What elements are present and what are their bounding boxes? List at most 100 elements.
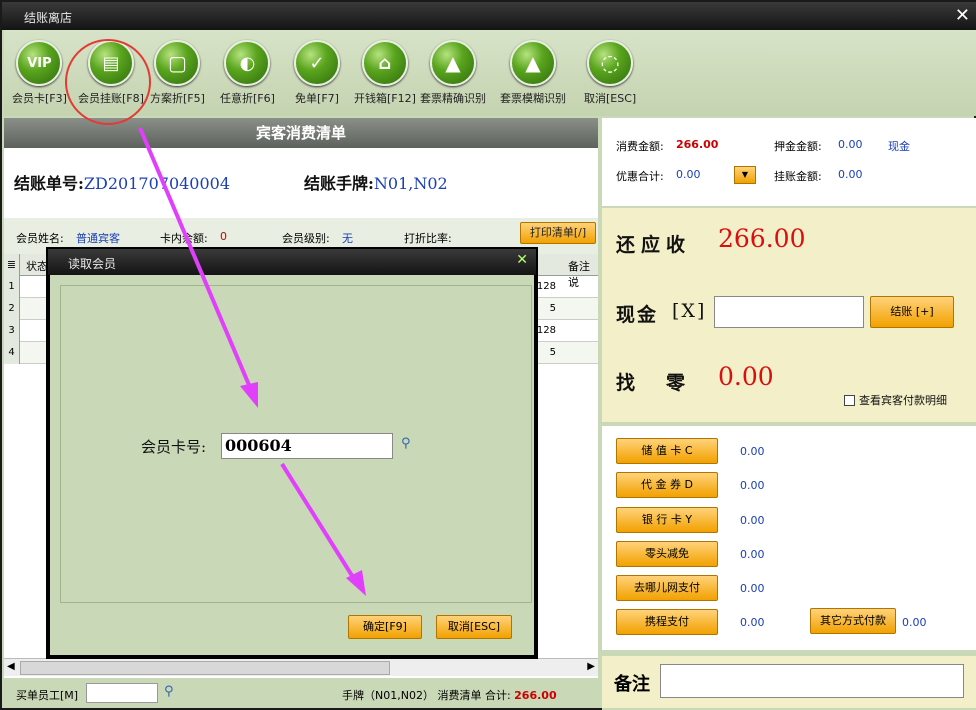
scroll-right-icon[interactable]: ▶ <box>587 661 595 672</box>
due-value: 266.00 <box>718 224 806 253</box>
due-label: 还应收 <box>616 234 692 256</box>
dialog-body: 会员卡号: 000604 ⚲ 确定[F9] 取消[ESC] <box>50 275 534 655</box>
window-title: 结账离店 <box>24 11 73 25</box>
dialog-title: 读取会员 <box>68 257 117 271</box>
document-icon: ▤ <box>87 40 134 86</box>
card-number-label: 会员卡号: <box>141 438 207 456</box>
member-name-label: 会员姓名: <box>16 232 64 245</box>
rounding-waiver-button[interactable]: 零头减免 <box>616 541 718 567</box>
checkout-window: 结账离店 ✕ VIP 会员卡[F3] ▤ 会员挂账[F8] ▢ 方案折[F5] … <box>0 0 976 710</box>
scroll-thumb[interactable] <box>20 661 390 675</box>
ticket-fuzzy-label: 套票模糊识别 <box>500 92 566 105</box>
cancel-button[interactable]: 取消[ESC] <box>436 615 512 639</box>
note-area: 备注 <box>602 656 976 708</box>
bill-info: 结账单号:ZD201707040004 结账手牌:N01,N02 <box>4 148 598 218</box>
window-icon: ▢ <box>154 40 201 86</box>
cash-tag[interactable]: 现金 <box>888 138 910 154</box>
summary-total: 266.00 <box>514 689 557 702</box>
stored-card-button[interactable]: 储 值 卡 C <box>616 438 718 464</box>
cash-input[interactable] <box>714 296 864 328</box>
member-credit-label: 会员挂账[F8] <box>78 92 144 105</box>
bill-plate: 结账手牌:N01,N02 <box>304 170 448 194</box>
close-icon[interactable]: ✕ <box>955 5 970 26</box>
change-label: 找 零 <box>616 372 692 394</box>
dialog-inner-panel: 会员卡号: 000604 ⚲ <box>60 285 532 603</box>
deposit-value: 0.00 <box>838 138 863 151</box>
plan-discount-label: 方案折[F5] <box>150 92 205 105</box>
change-value: 0.00 <box>718 362 774 391</box>
voucher-value: 0.00 <box>740 479 765 492</box>
open-drawer-button[interactable]: ⌂ 开钱箱[F12] <box>354 40 416 106</box>
qunar-pay-button[interactable]: 去哪儿网支付 <box>616 575 718 601</box>
bill-plate-label: 结账手牌: <box>304 174 374 193</box>
bank-card-value: 0.00 <box>740 514 765 527</box>
member-name-value: 普通宾客 <box>76 232 120 245</box>
dialog-title-bar: 读取会员 ✕ <box>48 249 536 275</box>
vip-icon: VIP <box>16 40 63 86</box>
staff-input[interactable] <box>86 683 158 703</box>
cash-label: 现金 <box>616 304 659 326</box>
card-number-input[interactable]: 000604 <box>221 433 393 459</box>
discount-rate-label: 打折比率: <box>404 232 452 245</box>
member-level-value: 无 <box>342 232 353 245</box>
member-level-label: 会员级别: <box>282 232 330 245</box>
cash-drawer-icon: ⌂ <box>361 40 408 86</box>
ctrip-pay-button[interactable]: 携程支付 <box>616 609 718 635</box>
other-payment-value: 0.00 <box>902 616 927 629</box>
plan-discount-button[interactable]: ▢ 方案折[F5] <box>150 40 205 106</box>
credit-value: 0.00 <box>838 168 863 181</box>
bottom-bar: 买单员工[M] ⚲ 手牌（N01,N02） 消费清单 合计: 266.00 <box>4 678 598 708</box>
discount-value: 0.00 <box>676 168 701 181</box>
bottle-icon: ◐ <box>224 40 271 86</box>
print-list-button[interactable]: 打印清单[/] <box>520 222 596 244</box>
amount-summary: 消费金额: 266.00 押金金额: 0.00 现金 优惠合计: 0.00 ▼ … <box>602 118 976 206</box>
cancel-toolbar-button[interactable]: ◌ 取消[ESC] <box>584 40 636 106</box>
summary-text: 手牌（N01,N02） 消费清单 合计: <box>342 689 511 702</box>
row-number: 4 <box>4 342 20 364</box>
deposit-label: 押金金额: <box>774 140 822 153</box>
note-input[interactable] <box>660 664 964 698</box>
scroll-left-icon[interactable]: ◀ <box>7 661 15 672</box>
payment-area: 还应收 266.00 现金 [X] 结账 [+] 找 零 0.00 查看宾客付款… <box>602 208 976 422</box>
bill-summary: 手牌（N01,N02） 消费清单 合计: 266.00 <box>342 687 557 703</box>
ring-icon: ◌ <box>587 40 634 86</box>
bill-plate-value: N01,N02 <box>373 174 448 193</box>
payment-detail-checkbox[interactable]: 查看宾客付款明细 <box>844 392 947 408</box>
toolbar: VIP 会员卡[F3] ▤ 会员挂账[F8] ▢ 方案折[F5] ◐ 任意折[F… <box>4 30 976 116</box>
ticket-fuzzy-button[interactable]: ▲ 套票模糊识别 <box>500 40 566 106</box>
confirm-button[interactable]: 确定[F9] <box>348 615 422 639</box>
note-label: 备注 <box>614 674 650 695</box>
payment-methods: 储 值 卡 C 0.00 代 金 券 D 0.00 银 行 卡 Y 0.00 零… <box>602 426 976 650</box>
credit-label: 挂账金额: <box>774 170 822 183</box>
read-member-dialog: 读取会员 ✕ 会员卡号: 000604 ⚲ 确定[F9] 取消[ESC] <box>46 247 538 659</box>
waive-bill-button[interactable]: ✓ 免单[F7] <box>294 40 340 106</box>
consume-label: 消费金额: <box>616 140 664 153</box>
staff-label: 买单员工[M] <box>16 689 79 702</box>
free-discount-button[interactable]: ◐ 任意折[F6] <box>220 40 275 106</box>
payment-panel: 消费金额: 266.00 押金金额: 0.00 现金 优惠合计: 0.00 ▼ … <box>602 118 976 710</box>
ticket-exact-label: 套票精确识别 <box>420 92 486 105</box>
bill-number: 结账单号:ZD201707040004 <box>14 170 230 194</box>
member-credit-button[interactable]: ▤ 会员挂账[F8] <box>78 40 144 106</box>
waive-bill-label: 免单[F7] <box>295 92 339 105</box>
dialog-close-icon[interactable]: ✕ <box>516 252 528 268</box>
ticket-exact-button[interactable]: ▲ 套票精确识别 <box>420 40 486 106</box>
horizontal-scrollbar[interactable]: ◀ ▶ <box>4 658 598 676</box>
card-search-icon[interactable]: ⚲ <box>401 436 411 451</box>
card-balance-label: 卡内余额: <box>160 232 208 245</box>
chevron-down-icon[interactable]: ▼ <box>734 166 756 184</box>
qunar-pay-value: 0.00 <box>740 582 765 595</box>
grid-menu-icon[interactable]: ≣ <box>4 254 20 276</box>
rounding-waiver-value: 0.00 <box>740 548 765 561</box>
staff-search-icon[interactable]: ⚲ <box>164 684 174 699</box>
checkbox-box[interactable] <box>844 395 855 406</box>
checkmark-bag-icon: ✓ <box>294 40 340 86</box>
row-number: 2 <box>4 298 20 320</box>
vip-card-button[interactable]: VIP 会员卡[F3] <box>12 40 67 106</box>
bank-card-button[interactable]: 银 行 卡 Y <box>616 507 718 533</box>
voucher-button[interactable]: 代 金 券 D <box>616 472 718 498</box>
settle-button[interactable]: 结账 [+] <box>870 296 954 328</box>
open-drawer-label: 开钱箱[F12] <box>354 92 416 105</box>
card-balance-value: 0 <box>220 230 227 243</box>
other-payment-button[interactable]: 其它方式付款 <box>810 608 896 634</box>
